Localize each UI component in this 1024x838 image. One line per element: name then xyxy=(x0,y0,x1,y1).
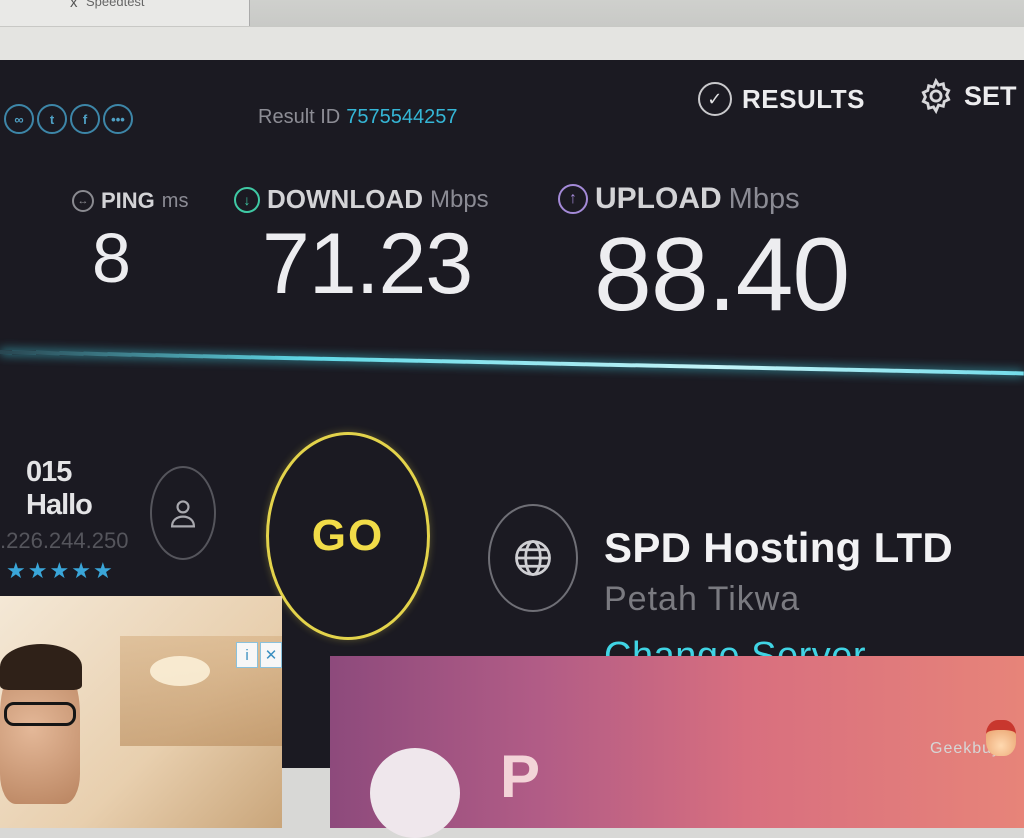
speedtest-app: ∞ t f ••• Result ID 7575544257 ✓ RESULTS … xyxy=(0,60,1024,838)
upload-arrow-icon: ↑ xyxy=(558,184,588,214)
server-name: SPD Hosting LTD xyxy=(604,524,954,571)
more-options-icon[interactable]: ••• xyxy=(103,104,133,134)
star-icon[interactable]: ★ xyxy=(93,558,113,584)
server-location: Petah Tikwa xyxy=(604,580,801,618)
download-value: 71.23 xyxy=(262,216,473,312)
ad-banner[interactable]: P xyxy=(330,656,1024,838)
browser-tab[interactable]: x Speedtest xyxy=(0,0,250,26)
ping-icon: ↔ xyxy=(72,190,94,212)
ad-lamp xyxy=(150,656,210,686)
user-profile-button[interactable] xyxy=(150,466,216,560)
results-button[interactable]: ✓ RESULTS xyxy=(698,82,865,116)
isp-ip: .226.244.250 xyxy=(0,528,129,553)
ad-controls: i ✕ xyxy=(236,642,282,668)
star-icon[interactable]: ★ xyxy=(28,558,48,584)
share-buttons: ∞ t f ••• xyxy=(4,104,133,134)
ad-person-hair xyxy=(0,644,82,690)
ad-banner-logo xyxy=(370,748,460,838)
download-arrow-icon: ↓ xyxy=(234,186,260,213)
ping-value: 8 xyxy=(92,219,131,297)
share-link-icon[interactable]: ∞ xyxy=(4,104,34,134)
star-icon[interactable]: ★ xyxy=(6,558,26,584)
ad-banner-text: P xyxy=(500,743,541,810)
watermark-mascot-icon xyxy=(986,720,1016,756)
ad-info-icon[interactable]: i xyxy=(236,642,258,668)
upload-metric: ↑ UPLOAD Mbps 88.40 xyxy=(558,182,850,335)
server-globe-button[interactable] xyxy=(488,504,578,612)
facebook-icon[interactable]: f xyxy=(70,104,100,134)
isp-rating[interactable]: ★ ★ ★ ★ ★ xyxy=(0,558,140,584)
check-circle-icon: ✓ xyxy=(698,82,732,116)
browser-chrome: x Speedtest xyxy=(0,0,1024,64)
globe-icon xyxy=(515,540,551,576)
ping-label: PING xyxy=(101,188,155,213)
settings-button[interactable]: SET xyxy=(916,76,1017,116)
result-id-label: Result ID xyxy=(258,106,341,128)
download-label: DOWNLOAD xyxy=(267,184,423,214)
result-id-link[interactable]: 7575544257 xyxy=(346,106,457,128)
ad-person-glasses xyxy=(4,702,76,726)
result-id: Result ID 7575544257 xyxy=(258,106,457,129)
ping-unit: ms xyxy=(161,189,189,212)
isp-info: 015 Hallo .226.244.250 ★ ★ ★ ★ ★ xyxy=(0,456,140,584)
progress-divider xyxy=(0,350,1024,376)
download-metric: ↓ DOWNLOAD Mbps 71.23 xyxy=(234,184,489,314)
upload-unit: Mbps xyxy=(728,182,800,215)
upload-value: 88.40 xyxy=(594,217,850,333)
star-icon[interactable]: ★ xyxy=(71,558,91,584)
upload-label: UPLOAD xyxy=(595,182,722,215)
settings-label: SET xyxy=(964,80,1017,111)
browser-toolbar xyxy=(0,26,1024,64)
ping-metric: ↔ PING ms 8 xyxy=(72,188,188,298)
results-label: RESULTS xyxy=(742,83,865,114)
isp-name: 015 Hallo xyxy=(26,456,93,521)
user-icon xyxy=(170,500,196,528)
ad-panel[interactable]: i ✕ xyxy=(0,596,282,828)
tab-title: Speedtest xyxy=(86,0,145,9)
twitter-icon[interactable]: t xyxy=(37,104,67,134)
star-icon[interactable]: ★ xyxy=(49,558,69,584)
download-unit: Mbps xyxy=(429,185,489,213)
go-button[interactable]: GO xyxy=(266,432,430,640)
tab-close-icon[interactable]: x xyxy=(70,0,78,11)
gear-icon xyxy=(916,76,956,116)
server-info: SPD Hosting LTD Petah Tikwa Change Serve… xyxy=(604,524,953,678)
ad-close-icon[interactable]: ✕ xyxy=(260,642,282,668)
